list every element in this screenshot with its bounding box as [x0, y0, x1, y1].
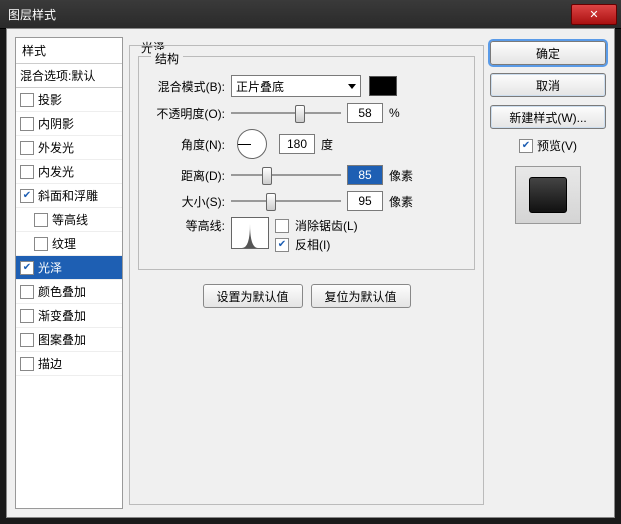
distance-label: 距离(D):	[149, 167, 225, 184]
style-item-label: 外发光	[38, 139, 74, 156]
left-column: 样式 混合选项:默认 投影内阴影外发光内发光 ✔ 斜面和浮雕等高线纹理 ✔ 光泽颜色叠加…	[15, 37, 123, 509]
size-slider[interactable]	[231, 192, 341, 210]
antialias-checkbox[interactable]	[275, 219, 289, 233]
style-item[interactable]: 颜色叠加	[16, 280, 122, 304]
style-list: 投影内阴影外发光内发光 ✔ 斜面和浮雕等高线纹理 ✔ 光泽颜色叠加渐变叠加图案叠加描边	[16, 88, 122, 376]
dialog-body: 样式 混合选项:默认 投影内阴影外发光内发光 ✔ 斜面和浮雕等高线纹理 ✔ 光泽颜色叠加…	[6, 28, 615, 518]
style-item-label: 等高线	[52, 211, 88, 228]
right-column: 确定 取消 新建样式(W)... ✔ 预览(V)	[490, 37, 606, 509]
titlebar: 图层样式 ✕	[0, 0, 621, 29]
style-item[interactable]: 描边	[16, 352, 122, 376]
style-checkbox[interactable]	[20, 141, 34, 155]
blend-mode-select[interactable]: 正片叠底	[231, 75, 361, 97]
style-checkbox[interactable]	[20, 93, 34, 107]
style-item[interactable]: 等高线	[16, 208, 122, 232]
close-button[interactable]: ✕	[571, 4, 617, 25]
chevron-down-icon	[348, 84, 356, 89]
angle-unit: 度	[321, 136, 333, 153]
color-swatch[interactable]	[369, 76, 397, 96]
style-item-label: 描边	[38, 355, 62, 372]
style-item-label: 渐变叠加	[38, 307, 86, 324]
style-checkbox[interactable]	[20, 309, 34, 323]
style-checkbox[interactable]	[34, 213, 48, 227]
new-style-button[interactable]: 新建样式(W)...	[490, 105, 606, 129]
style-checkbox[interactable]	[20, 117, 34, 131]
blend-options-row[interactable]: 混合选项:默认	[16, 64, 122, 88]
style-item[interactable]: 纹理	[16, 232, 122, 256]
opacity-value[interactable]: 58	[347, 103, 383, 123]
contour-label: 等高线:	[149, 217, 225, 234]
style-item[interactable]: ✔ 斜面和浮雕	[16, 184, 122, 208]
satin-group: 结构 混合模式(B): 正片叠底 不透明度(O): 58 %	[129, 45, 484, 505]
contour-options: 消除锯齿(L) ✔ 反相(I)	[275, 217, 358, 253]
window-title: 图层样式	[8, 6, 56, 23]
angle-value[interactable]: 180	[279, 134, 315, 154]
style-checkbox[interactable]	[20, 165, 34, 179]
angle-dial[interactable]	[237, 129, 267, 159]
angle-row: 角度(N): 180 度	[149, 129, 464, 159]
style-checkbox[interactable]: ✔	[20, 261, 34, 275]
contour-row: 等高线: 消除锯齿(L) ✔ 反相(I)	[149, 217, 464, 253]
angle-label: 角度(N):	[149, 136, 225, 153]
style-item-label: 内发光	[38, 163, 74, 180]
style-item-label: 投影	[38, 91, 62, 108]
style-item[interactable]: 投影	[16, 88, 122, 112]
size-unit: 像素	[389, 193, 413, 210]
style-item-label: 颜色叠加	[38, 283, 86, 300]
opacity-row: 不透明度(O): 58 %	[149, 103, 464, 123]
opacity-slider[interactable]	[231, 104, 341, 122]
center-column: 光泽 结构 混合模式(B): 正片叠底 不透明度(O):	[129, 37, 484, 509]
style-item-label: 光泽	[38, 259, 62, 276]
structure-group: 结构 混合模式(B): 正片叠底 不透明度(O): 58 %	[138, 56, 475, 270]
style-item-label: 斜面和浮雕	[38, 187, 98, 204]
style-checkbox[interactable]	[34, 237, 48, 251]
reset-default-button[interactable]: 复位为默认值	[311, 284, 411, 308]
style-item[interactable]: ✔ 光泽	[16, 256, 122, 280]
styles-header: 样式	[16, 38, 122, 64]
default-buttons: 设置为默认值 复位为默认值	[138, 284, 475, 308]
style-item[interactable]: 内阴影	[16, 112, 122, 136]
distance-unit: 像素	[389, 167, 413, 184]
style-checkbox[interactable]	[20, 285, 34, 299]
invert-checkbox[interactable]: ✔	[275, 238, 289, 252]
style-checkbox[interactable]	[20, 333, 34, 347]
style-item-label: 图案叠加	[38, 331, 86, 348]
blend-mode-label: 混合模式(B):	[149, 78, 225, 95]
structure-title: 结构	[151, 50, 183, 67]
close-icon: ✕	[589, 8, 598, 21]
size-label: 大小(S):	[149, 193, 225, 210]
size-value[interactable]: 95	[347, 191, 383, 211]
size-row: 大小(S): 95 像素	[149, 191, 464, 211]
invert-label: 反相(I)	[295, 236, 330, 253]
preview-checkbox[interactable]: ✔	[519, 139, 533, 153]
distance-value[interactable]: 85	[347, 165, 383, 185]
preview-row: ✔ 预览(V)	[490, 137, 606, 154]
layer-style-dialog: 图层样式 ✕ 样式 混合选项:默认 投影内阴影外发光内发光 ✔ 斜面和浮雕等高线纹理…	[0, 0, 621, 524]
style-item[interactable]: 内发光	[16, 160, 122, 184]
contour-picker[interactable]	[231, 217, 269, 249]
blend-mode-value: 正片叠底	[236, 78, 284, 95]
styles-panel: 样式 混合选项:默认 投影内阴影外发光内发光 ✔ 斜面和浮雕等高线纹理 ✔ 光泽颜色叠加…	[15, 37, 123, 509]
preview-thumbnail	[529, 177, 567, 213]
style-checkbox[interactable]: ✔	[20, 189, 34, 203]
make-default-button[interactable]: 设置为默认值	[203, 284, 303, 308]
style-item-label: 内阴影	[38, 115, 74, 132]
preview-label: 预览(V)	[537, 137, 577, 154]
distance-slider[interactable]	[231, 166, 341, 184]
blend-mode-row: 混合模式(B): 正片叠底	[149, 75, 464, 97]
style-checkbox[interactable]	[20, 357, 34, 371]
style-item-label: 纹理	[52, 235, 76, 252]
antialias-label: 消除锯齿(L)	[295, 217, 358, 234]
blend-options-label: 混合选项:默认	[20, 67, 95, 84]
opacity-label: 不透明度(O):	[149, 105, 225, 122]
opacity-unit: %	[389, 106, 400, 120]
distance-row: 距离(D): 85 像素	[149, 165, 464, 185]
cancel-button[interactable]: 取消	[490, 73, 606, 97]
style-item[interactable]: 外发光	[16, 136, 122, 160]
preview-box	[515, 166, 581, 224]
ok-button[interactable]: 确定	[490, 41, 606, 65]
style-item[interactable]: 渐变叠加	[16, 304, 122, 328]
style-item[interactable]: 图案叠加	[16, 328, 122, 352]
